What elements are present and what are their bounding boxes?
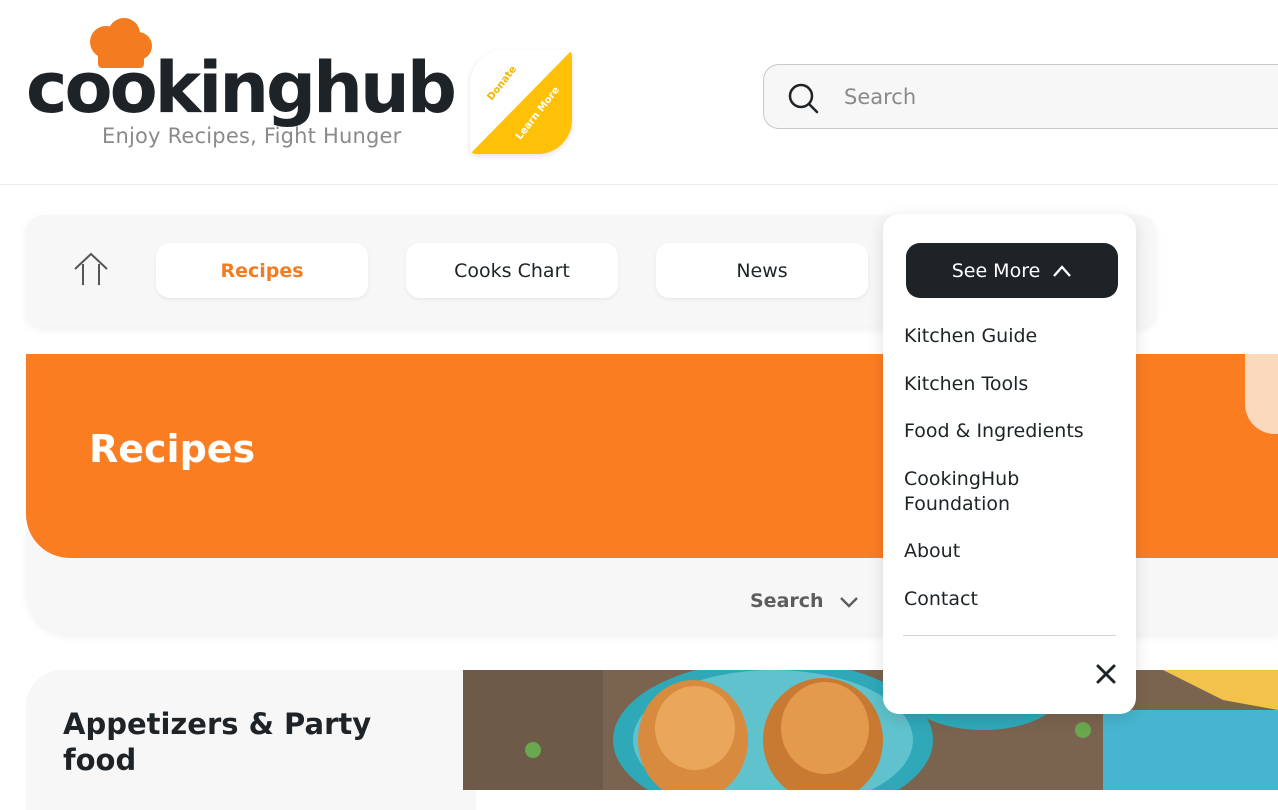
home-icon[interactable]: [72, 251, 110, 289]
search-bar[interactable]: [763, 64, 1278, 129]
dropdown-divider: [903, 635, 1116, 636]
see-more-label: See More: [951, 259, 1041, 282]
search-icon[interactable]: [786, 81, 820, 115]
bread-photo: [463, 670, 1278, 790]
chevron-down-icon[interactable]: [838, 592, 860, 612]
nav-cooks-chart[interactable]: Cooks Chart: [406, 243, 618, 298]
menu-item-contact[interactable]: Contact: [904, 587, 978, 612]
category-card-title[interactable]: Appetizers & Party food: [63, 706, 403, 778]
menu-item-food-ingredients[interactable]: Food & Ingredients: [904, 419, 1084, 444]
category-card-image[interactable]: [463, 670, 1278, 790]
nav-news[interactable]: News: [656, 243, 868, 298]
menu-item-cookinghub-foundation[interactable]: CookingHub Foundation: [904, 467, 1054, 517]
donate-badge[interactable]: Donate Learn More: [470, 50, 572, 154]
menu-item-kitchen-guide[interactable]: Kitchen Guide: [904, 324, 1037, 349]
menu-item-kitchen-tools[interactable]: Kitchen Tools: [904, 372, 1028, 397]
page-title: Recipes: [89, 427, 256, 471]
chevron-up-icon: [1053, 264, 1072, 277]
close-icon[interactable]: [1094, 662, 1118, 686]
menu-item-about[interactable]: About: [904, 539, 960, 564]
logo-tagline: Enjoy Recipes, Fight Hunger: [102, 124, 402, 148]
nav-recipes[interactable]: Recipes: [156, 243, 368, 298]
search-filter-toggle[interactable]: Search: [750, 590, 824, 612]
search-input[interactable]: [844, 77, 1244, 117]
site-logo[interactable]: cookinghub Enjoy Recipes, Fight Hunger: [26, 18, 457, 158]
logo-wordmark: cookinghub: [26, 47, 457, 129]
see-more-button[interactable]: See More: [906, 243, 1118, 298]
